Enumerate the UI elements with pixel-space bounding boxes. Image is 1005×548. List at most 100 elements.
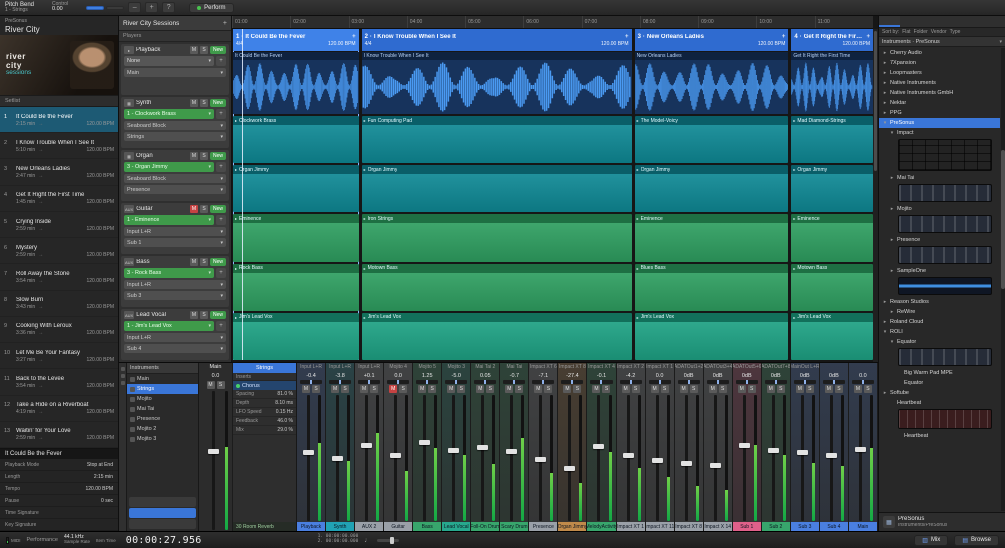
song-column[interactable]: 1·It Could Be the Fever+ 4/4120.00 BPM I… bbox=[233, 29, 359, 360]
pan-handle[interactable] bbox=[833, 380, 835, 384]
main-fader-strip[interactable]: Main 0.0 M S bbox=[199, 363, 233, 531]
setlist-song[interactable]: 13Waitin' for Your Love 2:59 min→120.00 … bbox=[0, 422, 118, 448]
mixer-channel[interactable]: ADATOut5+6 0dB M S Sub 1 bbox=[733, 363, 762, 531]
channel-gain-value[interactable]: 1.25 bbox=[413, 371, 441, 380]
fader-handle[interactable] bbox=[332, 456, 343, 461]
solo-button[interactable]: S bbox=[602, 385, 610, 393]
fader-handle[interactable] bbox=[208, 449, 219, 454]
player-output-select[interactable]: Seaboard Block▾ bbox=[124, 174, 226, 183]
browser-tree-item[interactable]: Heartbeat bbox=[879, 398, 1000, 408]
mute-button[interactable]: M bbox=[709, 385, 717, 393]
mixer-channel[interactable]: Mojito 3 -5.0 M S Lead Vocal bbox=[442, 363, 471, 531]
channel-fader[interactable] bbox=[299, 395, 323, 521]
mixer-channel[interactable]: Impact XT 6 -7.1 M S Presence bbox=[529, 363, 558, 531]
mixer-channel[interactable]: Input L+R -0.4 M S Playback bbox=[297, 363, 326, 531]
mixer-channel[interactable]: 0dB M S Sub 4 bbox=[820, 363, 849, 531]
pan-slider[interactable] bbox=[590, 380, 612, 384]
setlist-song[interactable]: 12Take a Ride on a Riverboat 4:19 min→12… bbox=[0, 396, 118, 422]
disclosure-icon[interactable]: ▸ bbox=[882, 60, 888, 66]
mute-button[interactable]: M bbox=[854, 385, 862, 393]
solo-button[interactable]: S bbox=[719, 385, 727, 393]
insert-param[interactable]: Spacing 81.0 % bbox=[233, 390, 296, 399]
disclosure-icon[interactable]: ▾ bbox=[882, 120, 888, 126]
fader-handle[interactable] bbox=[855, 447, 866, 452]
disclosure-icon[interactable]: ▸ bbox=[889, 309, 895, 315]
setlist-song[interactable]: 3New Orleans Ladies 2:47 min→120.00 BPM bbox=[0, 159, 118, 185]
setlist-song[interactable]: 7Roll Away the Stone 3:54 min→120.00 BPM bbox=[0, 264, 118, 290]
player-card[interactable]: ▦ Synth M S New 1 - Clockwork Brass▾ + S… bbox=[121, 97, 229, 148]
add-patch-button[interactable]: + bbox=[216, 321, 226, 331]
add-patch-button[interactable]: + bbox=[216, 56, 226, 66]
solo-button[interactable]: S bbox=[806, 385, 814, 393]
setlist-song[interactable]: 2I Know Trouble When I See It 5:10 min→1… bbox=[0, 133, 118, 159]
mixer-channel[interactable]: ADATOut1+2 0dB M S Impact XT 8 bbox=[675, 363, 704, 531]
solo-button[interactable]: S bbox=[835, 385, 843, 393]
solo-button[interactable]: S bbox=[428, 385, 436, 393]
song-info-row[interactable]: Playback Mode Stop at End bbox=[0, 459, 118, 471]
player-solo-button[interactable]: S bbox=[200, 311, 208, 319]
pan-slider[interactable] bbox=[736, 380, 758, 384]
player-card[interactable]: AUX Guitar M S New 1 - Eminence▾ + Input… bbox=[121, 203, 229, 254]
channel-gain-value[interactable]: 0.0 bbox=[646, 371, 674, 380]
channel-fader[interactable] bbox=[531, 395, 555, 521]
help-button[interactable]: ? bbox=[162, 2, 175, 13]
mute-button[interactable]: M bbox=[651, 385, 659, 393]
disclosure-icon[interactable]: ▸ bbox=[882, 390, 888, 396]
mixer-channel[interactable]: Mojito 5 1.25 M S Bass bbox=[413, 363, 442, 531]
player-output-select[interactable]: Sub 3▾ bbox=[124, 291, 226, 300]
fader-handle[interactable] bbox=[768, 448, 779, 453]
pan-handle[interactable] bbox=[746, 380, 748, 384]
browser-tree-item[interactable]: ▾ Equator bbox=[879, 337, 1000, 347]
player-output-select[interactable]: Input L+R▾ bbox=[124, 333, 226, 342]
channel-fader[interactable] bbox=[822, 395, 846, 521]
instrument-clip[interactable]: ▸Fun Computing Pad bbox=[362, 116, 632, 163]
pan-slider[interactable] bbox=[678, 380, 700, 384]
solo-button[interactable]: S bbox=[864, 385, 872, 393]
channel-gain-value[interactable]: 0dB bbox=[791, 371, 819, 380]
device-power-dot[interactable] bbox=[236, 384, 240, 388]
mute-button[interactable]: M bbox=[476, 385, 484, 393]
fader-handle[interactable] bbox=[448, 448, 459, 453]
player-output-select[interactable]: Input L+R▾ bbox=[124, 280, 226, 289]
browser-breadcrumb[interactable]: Instruments · PreSonus ▾ bbox=[879, 37, 1005, 47]
browser-tree-item[interactable]: ▾ Impact bbox=[879, 128, 1000, 138]
instrument-clip[interactable]: ▸Motown Bass bbox=[791, 264, 873, 311]
solo-button[interactable]: S bbox=[370, 385, 378, 393]
channel-fader[interactable] bbox=[677, 395, 701, 521]
browser-scrollbar[interactable] bbox=[1001, 48, 1005, 511]
add-section-button[interactable]: + bbox=[625, 34, 629, 40]
mixer-channel[interactable]: MainOut L+R 0dB M S Sub 3 bbox=[791, 363, 820, 531]
song-info-row[interactable]: Length 2:15 min bbox=[0, 471, 118, 483]
mixer-channel[interactable]: ADATOut7+8 0dB M S Sub 2 bbox=[762, 363, 791, 531]
zoom-out-button[interactable]: – bbox=[128, 2, 141, 13]
disclosure-icon[interactable]: ▸ bbox=[882, 50, 888, 56]
browser-tab[interactable] bbox=[879, 16, 900, 27]
song-column[interactable]: 2·I Know Trouble When I See It+ 4/4120.0… bbox=[362, 29, 632, 360]
channel-fader[interactable] bbox=[444, 395, 468, 521]
instrument-clip[interactable]: ▸Organ Jimmy bbox=[635, 165, 789, 212]
mixer-channel[interactable]: Mojito 4 0.0 M S Guitar bbox=[384, 363, 413, 531]
channel-list-item[interactable]: Mai Tai bbox=[127, 404, 198, 414]
channel-gain-value[interactable]: -0.1 bbox=[587, 371, 615, 380]
pan-handle[interactable] bbox=[542, 380, 544, 384]
pan-handle[interactable] bbox=[455, 380, 457, 384]
sampleone-thumbnail[interactable] bbox=[898, 277, 992, 295]
browser-tree-item[interactable]: ▸ ReWire bbox=[879, 307, 1000, 317]
main-gain-value[interactable]: 0.0 bbox=[199, 371, 232, 380]
pan-slider[interactable] bbox=[358, 380, 380, 384]
channel-fader[interactable] bbox=[735, 395, 759, 521]
instrument-clip[interactable]: ▸Organ Jimmy bbox=[362, 165, 632, 212]
perform-button[interactable]: Perform bbox=[189, 3, 233, 13]
channel-fader[interactable] bbox=[619, 395, 643, 521]
browser-tree-item[interactable]: ▾ ROLI bbox=[879, 327, 1000, 337]
channel-gain-value[interactable]: 0.05 bbox=[471, 371, 499, 380]
add-patch-button[interactable]: + bbox=[216, 109, 226, 119]
pan-slider[interactable] bbox=[474, 380, 496, 384]
pan-slider[interactable] bbox=[823, 380, 845, 384]
channel-gain-value[interactable]: 0dB bbox=[820, 371, 848, 380]
player-output-select[interactable]: Sub 1▾ bbox=[124, 238, 226, 247]
pan-handle[interactable] bbox=[630, 380, 632, 384]
add-patch-button[interactable]: + bbox=[216, 162, 226, 172]
mojito-thumbnail[interactable] bbox=[898, 215, 992, 233]
mute-button[interactable]: M bbox=[331, 385, 339, 393]
